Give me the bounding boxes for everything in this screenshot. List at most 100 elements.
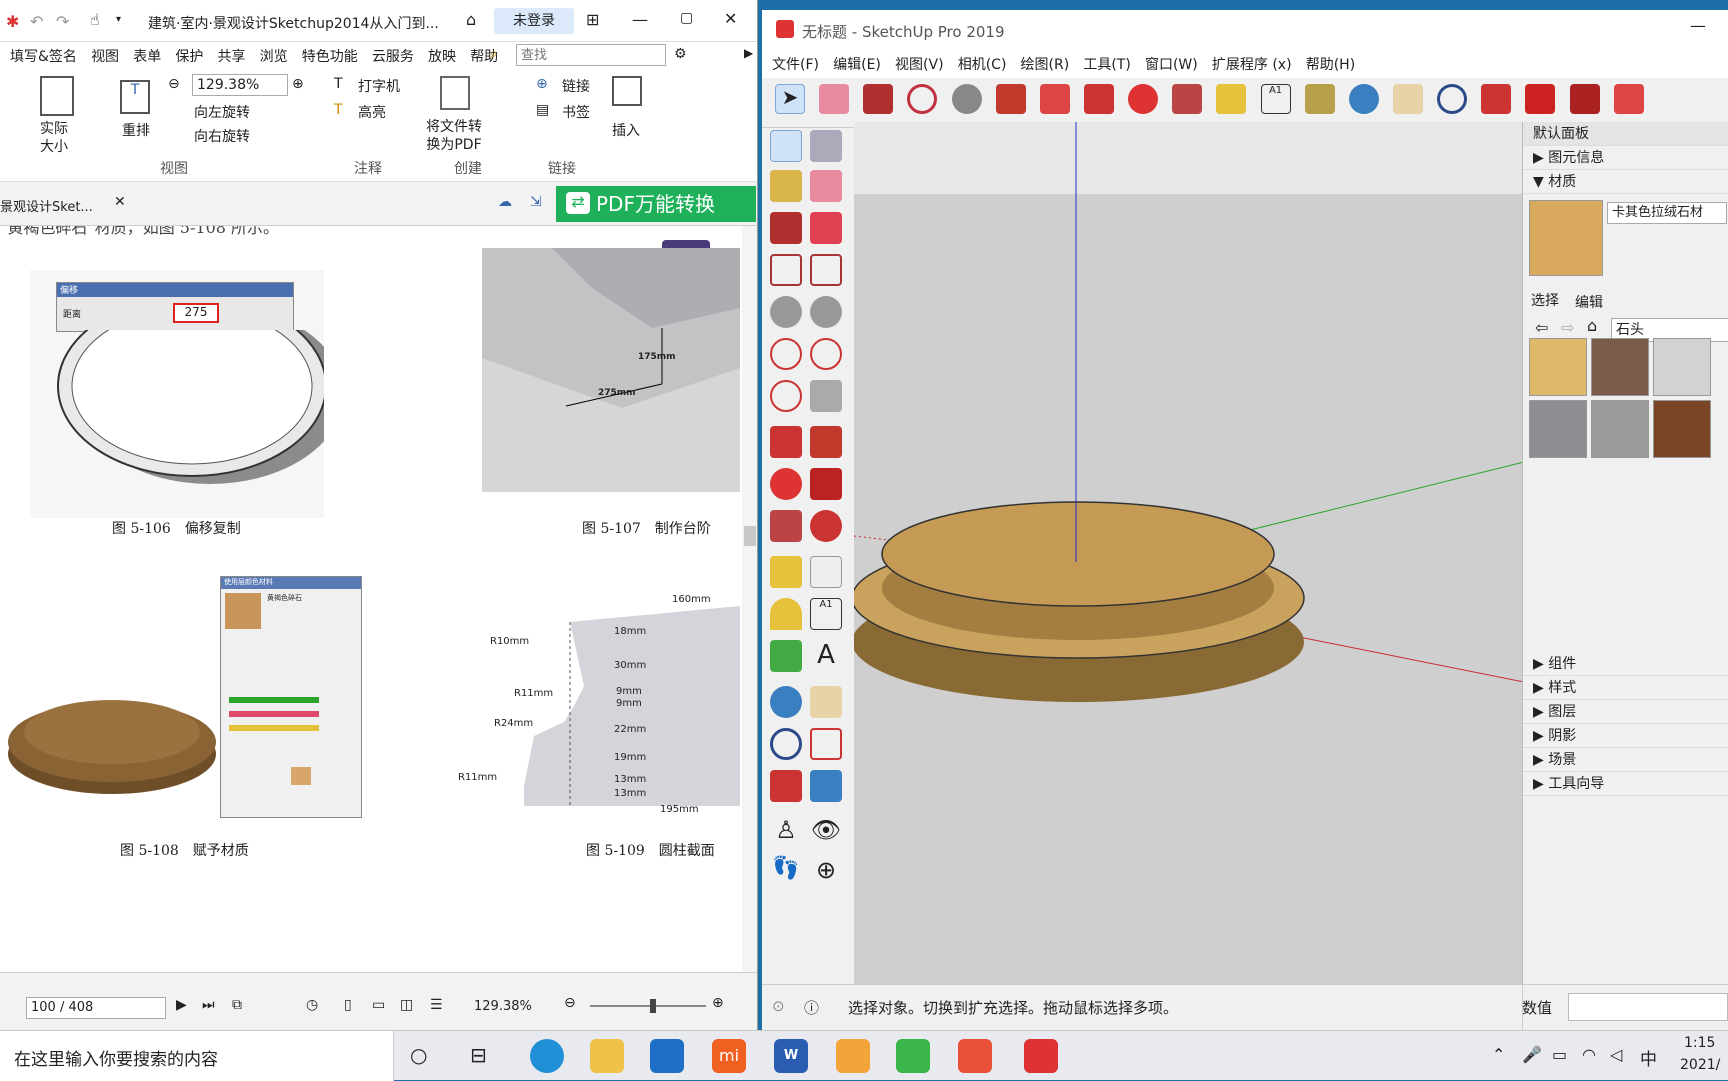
taskbar-search-box[interactable]: 在这里输入你要搜索的内容 bbox=[0, 1031, 394, 1081]
lt-text-icon[interactable]: A1 bbox=[810, 598, 842, 630]
lt-rotated-rect-icon[interactable] bbox=[810, 254, 842, 286]
menu-form[interactable]: 表单 bbox=[133, 46, 161, 66]
push-pull-tool-icon[interactable] bbox=[995, 84, 1026, 114]
zoom-tool-icon[interactable] bbox=[1437, 84, 1468, 114]
info-icon[interactable]: ⓘ bbox=[804, 997, 819, 1018]
ime-indicator[interactable]: 中 bbox=[1640, 1045, 1657, 1070]
lt-line-icon[interactable] bbox=[770, 212, 802, 244]
lt-rotate-icon[interactable] bbox=[770, 468, 802, 500]
bookmark-label[interactable]: 书签 bbox=[562, 102, 590, 122]
su-menu-file[interactable]: 文件(F) bbox=[772, 54, 819, 74]
last-page-icon[interactable]: ⏭ bbox=[202, 997, 215, 1013]
menu-cloud[interactable]: 云服务 bbox=[372, 46, 414, 66]
paint-bucket-tool-icon[interactable] bbox=[1304, 84, 1335, 114]
sketchup-minimize-button[interactable]: — bbox=[1690, 16, 1706, 35]
camtasia-red-icon[interactable] bbox=[958, 1039, 992, 1073]
lt-circle-icon[interactable] bbox=[770, 296, 802, 328]
lt-follow-me-icon[interactable] bbox=[810, 468, 842, 500]
zoom-slider-track[interactable] bbox=[590, 1005, 706, 1007]
status-zoom-out-icon[interactable]: ⊖ bbox=[564, 995, 576, 1011]
send-to-layout-icon[interactable] bbox=[1613, 84, 1644, 114]
lt-axes-icon[interactable] bbox=[770, 640, 802, 672]
word-icon[interactable]: W bbox=[774, 1039, 808, 1073]
cortana-icon[interactable]: ○ bbox=[410, 1043, 427, 1067]
lt-3pt-arc-icon[interactable] bbox=[770, 380, 802, 412]
follow-me-tool-icon[interactable] bbox=[1039, 84, 1070, 114]
home-icon[interactable]: ⌂ bbox=[1587, 316, 1597, 335]
measurements-input[interactable] bbox=[1568, 993, 1728, 1021]
sketchup-viewport[interactable] bbox=[854, 122, 1524, 984]
section-layers[interactable]: ▶ 图层 bbox=[1523, 700, 1728, 724]
lt-arc-icon[interactable] bbox=[770, 338, 802, 370]
single-page-icon[interactable]: ▯ bbox=[344, 997, 352, 1013]
tab-edit[interactable]: 编辑 bbox=[1575, 292, 1603, 312]
lt-zoom-icon[interactable] bbox=[770, 728, 802, 760]
lt-move-icon[interactable] bbox=[770, 426, 802, 458]
battery-icon[interactable]: ▭ bbox=[1552, 1045, 1567, 1064]
lt-tape-icon[interactable] bbox=[770, 556, 802, 588]
section-components[interactable]: ▶ 组件 bbox=[1523, 652, 1728, 676]
convert-pdf-label[interactable]: 将文件转 换为PDF bbox=[426, 118, 482, 154]
insert-label[interactable]: 插入 bbox=[612, 120, 640, 140]
scroll-mode-icon[interactable]: ☰ bbox=[430, 997, 443, 1013]
cloud-icon[interactable]: ☁ bbox=[498, 194, 512, 210]
page-number-input[interactable]: 100 / 408 bbox=[26, 997, 166, 1019]
link-label[interactable]: 链接 bbox=[562, 76, 590, 96]
move-tool-icon[interactable] bbox=[1083, 84, 1114, 114]
su-menu-view[interactable]: 视图(V) bbox=[895, 54, 944, 74]
notification-icon[interactable]: ⌂ bbox=[466, 10, 476, 29]
lt-dimension-icon[interactable] bbox=[810, 556, 842, 588]
scale-tool-icon[interactable] bbox=[1172, 84, 1203, 114]
rotate-left-label[interactable]: 向左旋转 bbox=[194, 102, 250, 122]
section-instructor[interactable]: ▶ 工具向导 bbox=[1523, 772, 1728, 796]
lt-offset-icon[interactable] bbox=[810, 510, 842, 542]
mi-icon[interactable]: mi bbox=[712, 1039, 746, 1073]
swatch-gray-stone[interactable] bbox=[1591, 400, 1649, 458]
section-styles[interactable]: ▶ 样式 bbox=[1523, 676, 1728, 700]
lt-polygon-icon[interactable] bbox=[810, 296, 842, 328]
settings-gear-icon[interactable]: ⚙ bbox=[674, 46, 687, 62]
search-input[interactable] bbox=[516, 44, 666, 66]
swatch-khaki-stone[interactable] bbox=[1529, 338, 1587, 396]
su-menu-help[interactable]: 帮助(H) bbox=[1306, 54, 1355, 74]
lt-pan-icon[interactable] bbox=[810, 686, 842, 718]
file-explorer-icon[interactable] bbox=[590, 1039, 624, 1073]
lt-zoom-extents-icon[interactable] bbox=[770, 770, 802, 802]
lt-protractor-icon[interactable] bbox=[770, 598, 802, 630]
close-button[interactable]: ✕ bbox=[724, 9, 737, 28]
menu-view[interactable]: 视图 bbox=[91, 46, 119, 66]
lt-paint-icon[interactable] bbox=[770, 170, 802, 202]
sketchup-task-icon[interactable] bbox=[1024, 1039, 1058, 1073]
camtasia-green-icon[interactable] bbox=[896, 1039, 930, 1073]
undo-icon[interactable]: ↶ bbox=[30, 12, 43, 31]
zoom-out-icon[interactable]: ⊖ bbox=[168, 76, 180, 92]
edge-icon[interactable] bbox=[530, 1039, 564, 1073]
lt-position-camera-icon[interactable]: ♙ bbox=[770, 816, 802, 848]
task-view-icon[interactable]: ⊟ bbox=[470, 1043, 487, 1067]
quick-access-dropdown-icon[interactable]: ▾ bbox=[116, 14, 121, 25]
model-canvas[interactable] bbox=[854, 122, 1524, 984]
text-tool-icon[interactable]: A1 bbox=[1260, 84, 1291, 114]
grid-view-icon[interactable]: ⊞ bbox=[586, 10, 599, 29]
section-shadows[interactable]: ▶ 阴影 bbox=[1523, 724, 1728, 748]
lt-2pt-arc-icon[interactable] bbox=[810, 338, 842, 370]
typewriter-label[interactable]: 打字机 bbox=[358, 76, 400, 96]
geo-location-icon[interactable]: ⊙ bbox=[772, 997, 785, 1015]
pan-tool-icon[interactable] bbox=[1392, 84, 1423, 114]
reflow-icon[interactable]: T bbox=[120, 80, 150, 114]
continuous-page-icon[interactable]: ▭ bbox=[372, 997, 385, 1013]
share-icon[interactable]: ⇲ bbox=[530, 194, 542, 210]
entity-info-section[interactable]: ▶ 图元信息 bbox=[1523, 146, 1728, 170]
tape-measure-tool-icon[interactable] bbox=[1216, 84, 1247, 114]
back-arrow-icon[interactable]: ⇦ bbox=[1535, 318, 1548, 337]
swatch-white-marble[interactable] bbox=[1653, 338, 1711, 396]
menu-fill-sign[interactable]: 填写&签名 bbox=[10, 46, 77, 66]
lt-section-plane-icon[interactable]: ⊕ bbox=[810, 856, 842, 888]
arc-tool-icon[interactable] bbox=[907, 84, 938, 114]
menu-features[interactable]: 特色功能 bbox=[302, 46, 358, 66]
vertical-scroll-thumb[interactable] bbox=[744, 526, 756, 546]
wifi-icon[interactable]: ◠ bbox=[1582, 1045, 1596, 1064]
warehouse-icon[interactable] bbox=[1525, 84, 1556, 114]
lt-scale-icon[interactable] bbox=[770, 510, 802, 542]
view-mode-icon[interactable]: ◷ bbox=[306, 997, 318, 1013]
